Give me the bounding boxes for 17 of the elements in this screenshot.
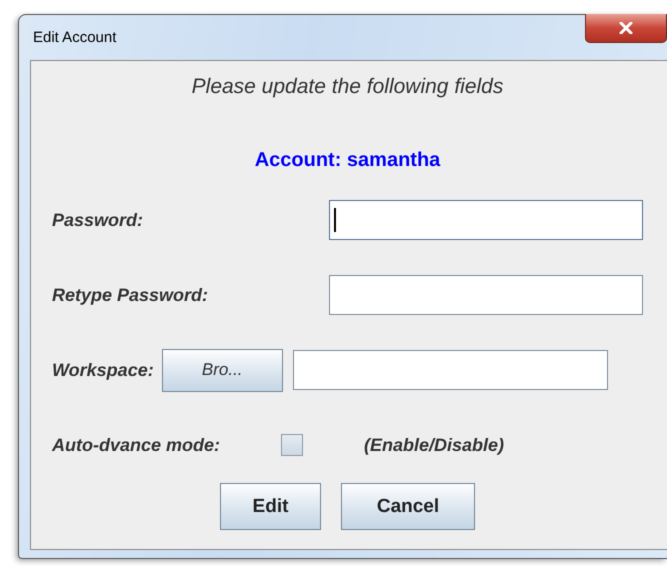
field-label: Password: [52,210,144,230]
edit-button[interactable]: Edit [220,483,321,530]
input-field[interactable] [329,200,643,240]
cancel-button[interactable]: Cancel [341,483,475,530]
instruction-text: Please update the following fields [192,75,504,99]
input-field[interactable] [329,275,643,315]
field-label: Workspace: [52,360,154,380]
checkbox[interactable] [281,434,304,456]
browse-button[interactable]: Bro... [162,348,283,392]
window-title: Edit Account [33,29,116,46]
account-name: Account: samantha [254,149,440,172]
checkbox-hint: (Enable/Disable) [364,434,504,456]
close-icon [619,22,633,34]
field-label: Retype Password: [52,284,208,306]
close-button[interactable] [585,14,667,43]
input-field[interactable] [292,350,608,390]
field-label: Auto-dvance mode: [52,434,220,456]
